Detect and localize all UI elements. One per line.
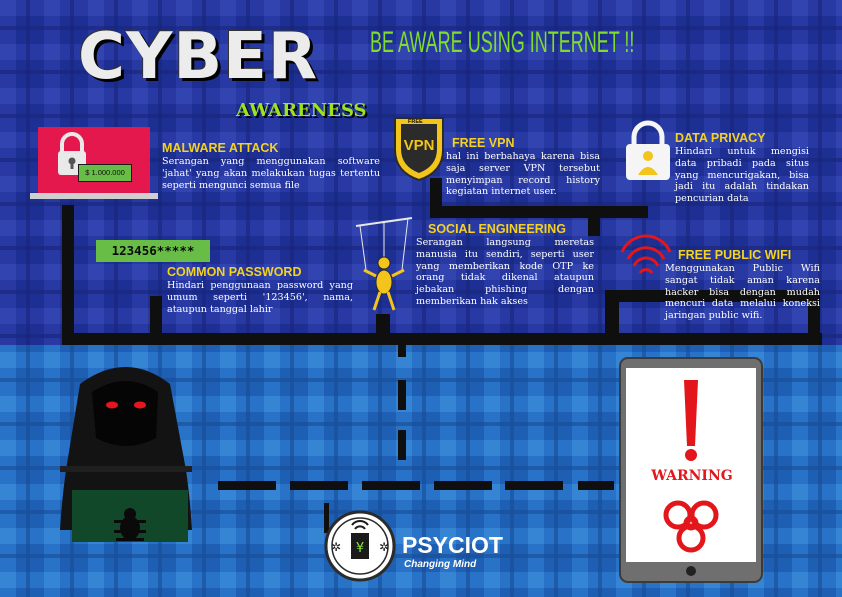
vpn-heading: FREE VPN <box>452 136 515 150</box>
malware-text: Serangan yang menggunakan software 'jaha… <box>162 156 380 191</box>
svg-text:VPN: VPN <box>404 137 435 154</box>
password-text: Hindari penggunaan password yang umum se… <box>167 280 353 315</box>
warning-label: WARNING <box>651 468 733 484</box>
social-text: Serangan langsung meretas manusia itu se… <box>416 237 594 307</box>
wifi-heading: FREE PUBLIC WIFI <box>678 248 792 262</box>
svg-text:✲: ✲ <box>331 540 341 554</box>
title-sub: AWARENESS <box>236 100 367 121</box>
tagline: BE AWARE USING INTERNET !! <box>370 26 635 59</box>
wifi-text: Menggunakan Public Wifi sangat tidak ama… <box>665 263 820 322</box>
password-sample: 123456***** <box>96 240 210 262</box>
malware-heading: MALWARE ATTACK <box>162 141 279 155</box>
password-heading: COMMON PASSWORD <box>167 265 302 279</box>
svg-text:✲: ✲ <box>379 540 389 554</box>
locked-laptop-icon <box>30 127 158 199</box>
vpn-badge-top: FREE <box>408 119 423 125</box>
vpn-text: hal ini berbahaya karena bisa saja serve… <box>446 151 600 198</box>
psyciot-logo-icon: ¥ ✲ ✲ <box>324 510 396 582</box>
social-heading: SOCIAL ENGINEERING <box>428 222 566 236</box>
brand-name: PSYCIOT <box>402 532 503 558</box>
svg-text:¥: ¥ <box>356 541 364 556</box>
privacy-text: Hindari untuk mengisi data pribadi pada … <box>675 146 809 205</box>
privacy-heading: DATA PRIVACY <box>675 131 766 145</box>
brand-slogan: Changing Mind <box>404 559 477 570</box>
money-label: $ 1.000.000 <box>78 164 132 182</box>
vpn-shield-icon: VPN <box>394 117 444 182</box>
title-main: CYBER <box>78 20 319 94</box>
